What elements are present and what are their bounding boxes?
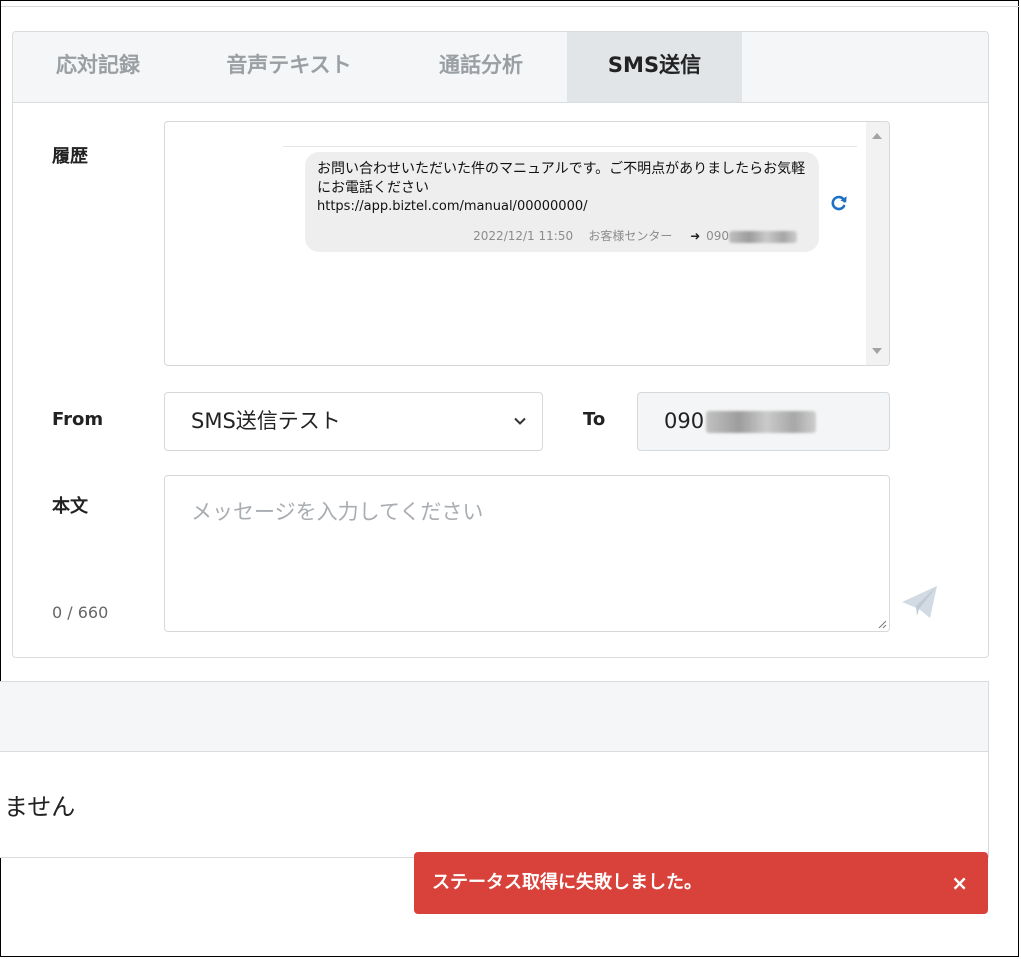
tab-response-record[interactable]: 応対記録: [13, 32, 183, 102]
history-box[interactable]: お問い合わせいただいた件のマニュアルです。ご不明点がありましたらお気軽にお電話く…: [164, 121, 890, 366]
message-sender: お客様センター: [588, 229, 673, 243]
sms-message-bubble: お問い合わせいただいた件のマニュアルです。ご不明点がありましたらお気軽にお電話く…: [305, 152, 819, 252]
redacted-number: [729, 230, 797, 243]
tab-voice-text[interactable]: 音声テキスト: [183, 32, 395, 102]
message-recipient: 090: [706, 229, 729, 243]
from-select[interactable]: SMS送信テスト: [164, 392, 543, 451]
to-prefix: 090: [664, 409, 705, 433]
to-label: To: [583, 409, 606, 430]
tab-bar: 応対記録 音声テキスト 通話分析 SMS送信: [13, 32, 988, 103]
refresh-icon[interactable]: [829, 193, 849, 213]
from-label: From: [52, 409, 104, 430]
arrow-right-icon: ➜: [690, 229, 701, 243]
message-datetime: 2022/12/1 11:50: [473, 229, 574, 243]
char-counter: 0 / 660: [52, 603, 109, 622]
history-label: 履歴: [52, 146, 88, 167]
divider: [1, 6, 1020, 7]
divider: [283, 146, 857, 147]
body-label: 本文: [52, 496, 88, 517]
message-body-textarea[interactable]: メッセージを入力してください: [164, 475, 890, 632]
lower-panel-text: ません: [4, 793, 76, 821]
to-field: 090: [637, 392, 890, 451]
close-icon[interactable]: ×: [951, 852, 968, 914]
history-scrollbar[interactable]: [866, 122, 889, 365]
lower-panel: ません: [0, 681, 989, 858]
scroll-down-icon[interactable]: [872, 348, 882, 354]
body-placeholder: メッセージを入力してください: [191, 500, 484, 524]
toast-message: ステータス取得に失敗しました。: [432, 872, 702, 893]
send-icon[interactable]: [900, 582, 940, 622]
chevron-down-icon: [514, 417, 526, 425]
tab-call-analysis[interactable]: 通話分析: [395, 32, 567, 102]
redacted-number: [706, 411, 817, 433]
error-toast: ステータス取得に失敗しました。 ×: [414, 852, 988, 914]
tab-sms-send[interactable]: SMS送信: [567, 32, 742, 102]
message-meta: 2022/12/1 11:50 お客様センター ➜ 090: [473, 227, 797, 244]
message-text: お問い合わせいただいた件のマニュアルです。ご不明点がありましたらお気軽にお電話く…: [317, 161, 806, 196]
to-value: 090: [664, 393, 817, 449]
scroll-up-icon[interactable]: [872, 133, 882, 139]
sms-panel: 応対記録 音声テキスト 通話分析 SMS送信 履歴 お問い合わせいただいた件のマ…: [12, 31, 989, 658]
resize-handle-icon[interactable]: [877, 619, 887, 629]
from-selected-value: SMS送信テスト: [191, 409, 341, 433]
message-url: https://app.biztel.com/manual/00000000/: [317, 199, 588, 214]
lower-panel-header: [0, 682, 988, 752]
